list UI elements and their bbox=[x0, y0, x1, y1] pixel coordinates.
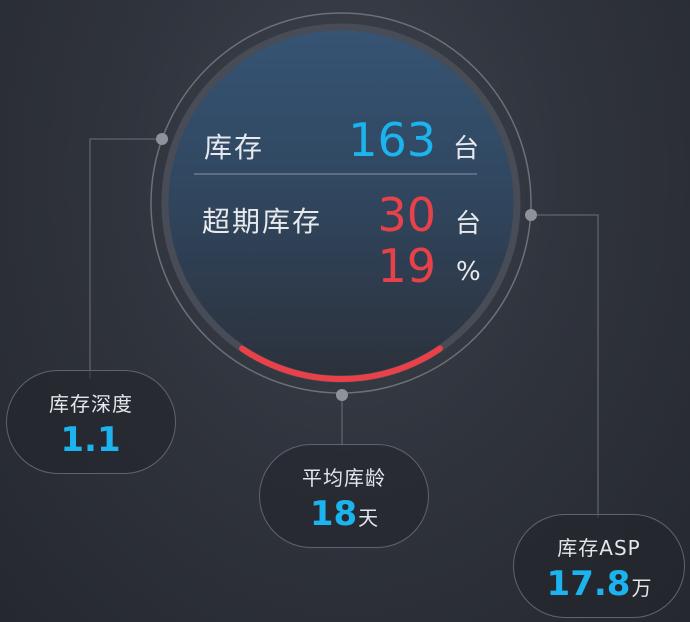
connector-dot-depth bbox=[156, 133, 168, 145]
connector-depth bbox=[89, 138, 162, 378]
bubble-stock-depth: 库存深度 1.1 bbox=[6, 370, 176, 474]
bubble-avg-age-title: 平均库龄 bbox=[302, 465, 386, 490]
bubble-avg-age-value: 18天 bbox=[309, 493, 379, 534]
bubble-stock-asp: 库存ASP 17.8万 bbox=[513, 514, 685, 618]
connector-asp bbox=[531, 214, 599, 518]
bubble-avg-age: 平均库龄 18天 bbox=[259, 444, 429, 548]
bubble-stock-asp-title: 库存ASP bbox=[557, 535, 641, 560]
connector-dot-asp bbox=[525, 209, 537, 221]
bubble-stock-asp-value: 17.8万 bbox=[546, 563, 652, 604]
bubble-stock-depth-value: 1.1 bbox=[60, 419, 121, 460]
bubble-stock-depth-title: 库存深度 bbox=[49, 391, 133, 416]
connector-dot-avg-age bbox=[336, 389, 348, 401]
